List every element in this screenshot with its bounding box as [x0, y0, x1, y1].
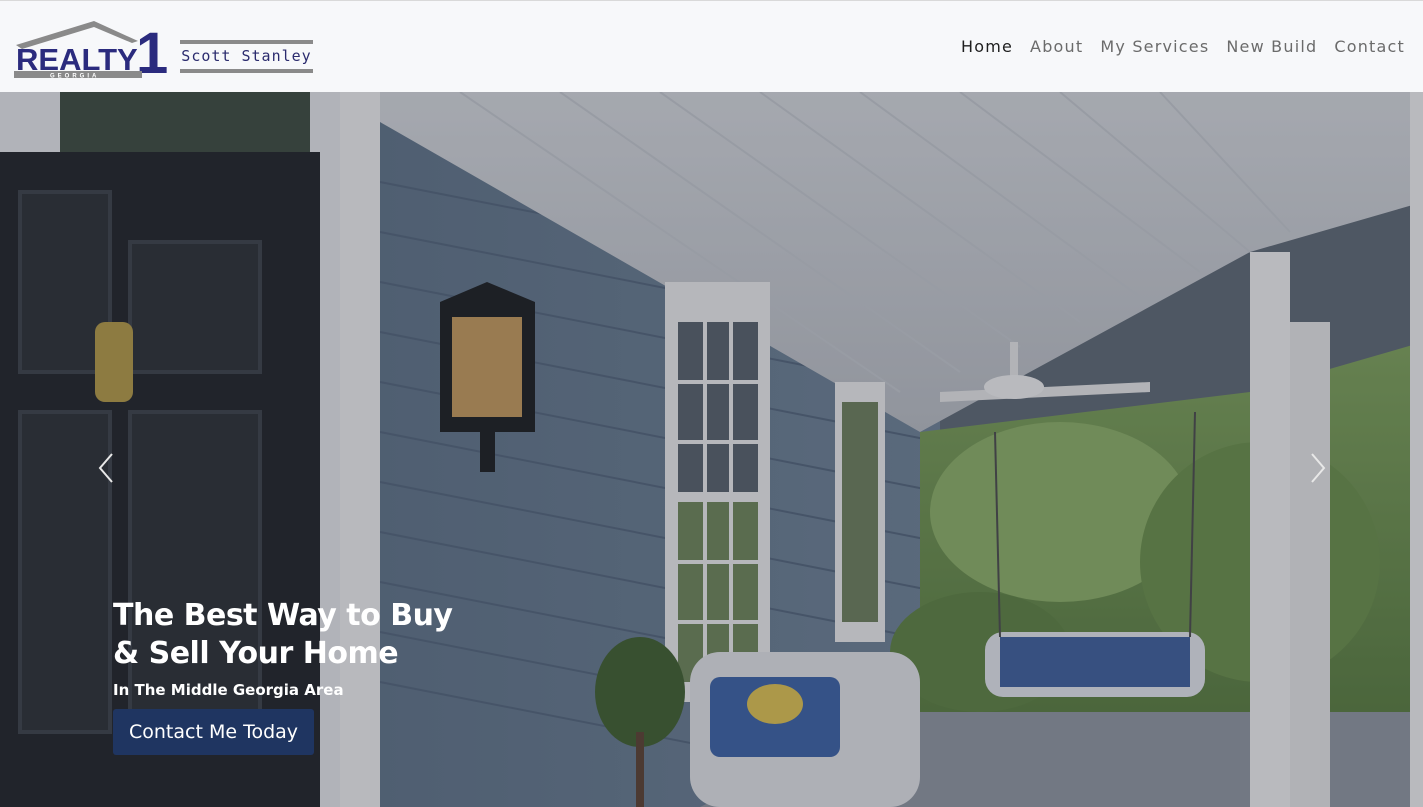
hero-headline-line1: The Best Way to Buy	[113, 598, 453, 633]
brand-logo[interactable]: REALTY 1 GEORGIA Scott Stanley	[12, 17, 313, 83]
site-header: REALTY 1 GEORGIA Scott Stanley Home Abou…	[0, 0, 1423, 92]
hero-carousel: The Best Way to Buy & Sell Your Home In …	[0, 92, 1423, 807]
hero-caption: The Best Way to Buy & Sell Your Home In …	[113, 597, 533, 755]
svg-text:GEORGIA: GEORGIA	[50, 74, 99, 80]
hero-headline: The Best Way to Buy & Sell Your Home	[113, 597, 533, 673]
carousel-next-button[interactable]	[1302, 450, 1332, 486]
nav-my-services[interactable]: My Services	[1100, 37, 1209, 57]
chevron-right-icon	[1311, 453, 1326, 483]
realty-one-logo: REALTY 1 GEORGIA	[14, 21, 168, 83]
contact-me-button[interactable]: Contact Me Today	[113, 709, 315, 755]
nav-about[interactable]: About	[1030, 37, 1083, 57]
nav-contact[interactable]: Contact	[1334, 37, 1405, 57]
agent-name: Scott Stanley	[180, 40, 313, 73]
nav-home[interactable]: Home	[961, 37, 1013, 57]
hero-headline-line2: & Sell Your Home	[113, 636, 399, 671]
nav-new-build[interactable]: New Build	[1226, 37, 1317, 57]
hero-subheading: In The Middle Georgia Area	[113, 681, 344, 699]
carousel-prev-button[interactable]	[92, 450, 122, 486]
main-nav: Home About My Services New Build Contact	[944, 37, 1405, 57]
chevron-left-icon	[98, 453, 113, 483]
